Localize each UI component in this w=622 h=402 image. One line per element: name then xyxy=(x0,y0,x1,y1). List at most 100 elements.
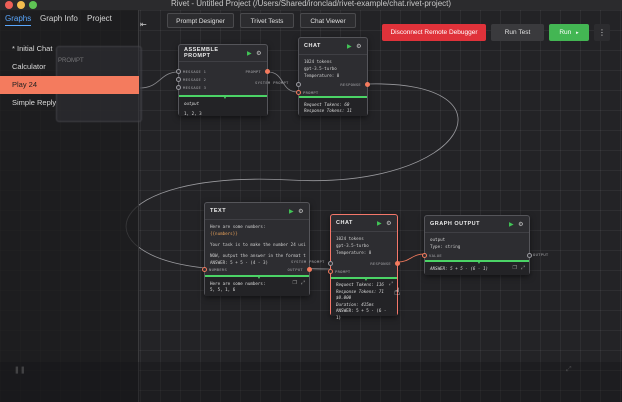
node-graph-output[interactable]: GRAPH OUTPUT ▶ ⚙ output Type: string VAL… xyxy=(422,215,532,275)
output-line: ANSWER: 5 + 5 - (6 - 1) xyxy=(336,308,387,320)
chevron-down-icon: ▼ xyxy=(223,95,227,100)
port-label: VALUE xyxy=(429,253,442,258)
expand-icon[interactable]: ⤢ xyxy=(521,265,525,271)
run-button[interactable]: Run ▸ xyxy=(549,24,589,41)
output-line: 1, 2, 3 xyxy=(184,111,202,117)
play-icon[interactable]: ▶ xyxy=(509,221,514,228)
node-title: GRAPH OUTPUT xyxy=(430,221,480,227)
node-body: output Type: string xyxy=(425,233,529,255)
play-icon[interactable]: ▶ xyxy=(247,50,252,57)
port-label: PROMPT xyxy=(335,269,351,274)
collapse-sidebar-icon[interactable]: ⇤ xyxy=(140,20,147,29)
play-icon: ▸ xyxy=(576,30,579,36)
chevron-down-icon: ▼ xyxy=(364,277,368,282)
disconnect-debugger-button[interactable]: Disconnect Remote Debugger xyxy=(382,24,486,41)
body-line: NOW, output the answer in the format t xyxy=(210,252,306,258)
body-line: 1024 tokens xyxy=(304,59,332,64)
node-header: CHAT ▶ ⚙ xyxy=(331,215,397,232)
pause-icon: ❚❚ xyxy=(14,367,26,374)
port-response-out[interactable] xyxy=(395,261,400,266)
sidebar: PROMPT Graphs Graph Info Project * Initi… xyxy=(0,10,142,402)
output-line: Response Tokens: 11 xyxy=(304,108,352,114)
bottom-overlay xyxy=(0,362,622,402)
chevron-down-icon: ▼ xyxy=(477,260,481,265)
port-system-prompt[interactable] xyxy=(328,261,333,266)
graph-item-calculator[interactable]: Calculator xyxy=(0,58,139,76)
window-title: Rivet - Untitled Project (/Users/Shared/… xyxy=(170,0,452,8)
body-line: Temperature: 0 xyxy=(304,72,340,78)
port-prompt-in[interactable] xyxy=(328,269,333,274)
port-label: SYSTEM PROMPT xyxy=(291,259,325,264)
title-bar: Rivet - Untitled Project (/Users/Shared/… xyxy=(0,0,622,10)
port-output[interactable] xyxy=(307,267,312,272)
body-line: Here are some numbers: xyxy=(210,224,266,229)
trivet-tests-button[interactable]: Trivet Tests xyxy=(240,13,294,28)
node-output: ▼ Here are some numbers: 5, 5, 1, 6 ❐ ⤢ xyxy=(205,275,309,296)
body-line: output xyxy=(430,237,446,242)
body-line: ANSWER: 5 + 5 - (4 - 3) xyxy=(210,259,268,265)
graph-item-initial-chat[interactable]: * Initial Chat xyxy=(0,40,139,58)
gear-icon[interactable]: ⚙ xyxy=(518,221,524,228)
play-icon[interactable]: ▶ xyxy=(377,220,382,227)
body-line: Temperature: 0 xyxy=(336,249,372,255)
port-label: RESPONSE xyxy=(340,82,361,87)
node-output: ▼ output 1, 2, 3 xyxy=(179,95,267,116)
node-title: CHAT xyxy=(336,220,353,226)
graph-item-play-24[interactable]: Play 24 xyxy=(0,76,139,94)
gear-icon[interactable]: ⚙ xyxy=(256,50,262,57)
port-message-3[interactable] xyxy=(176,85,181,90)
body-line: gpt-3.5-turbo xyxy=(336,242,369,248)
tab-graphs[interactable]: Graphs xyxy=(5,14,32,26)
prompt-designer-button[interactable]: Prompt Designer xyxy=(167,13,234,28)
port-message-1[interactable] xyxy=(176,69,181,74)
chevron-down-icon: ▼ xyxy=(257,275,261,280)
fullscreen-icon: ⤢ xyxy=(566,366,572,373)
tab-project[interactable]: Project xyxy=(87,14,112,23)
port-system-prompt[interactable] xyxy=(296,82,301,87)
gear-icon[interactable]: ⚙ xyxy=(386,220,392,227)
node-text[interactable]: TEXT ▶ ⚙ Here are some numbers: {{number… xyxy=(202,202,312,296)
tab-graph-info[interactable]: Graph Info xyxy=(40,14,78,23)
node-header: ASSEMBLE PROMPT ▶ ⚙ xyxy=(179,45,267,62)
more-menu-button[interactable]: ⋮ xyxy=(594,24,610,41)
gear-icon[interactable]: ⚙ xyxy=(356,43,362,50)
expand-icon[interactable]: ⤢ xyxy=(301,280,305,286)
port-prompt-in[interactable] xyxy=(296,90,301,95)
node-chat-top[interactable]: CHAT ▶ ⚙ 1024 tokens gpt-3.5-turbo Tempe… xyxy=(296,37,370,116)
gear-icon[interactable]: ⚙ xyxy=(298,208,304,215)
port-label: RESPONSE xyxy=(370,261,391,266)
chat-viewer-button[interactable]: Chat Viewer xyxy=(300,13,356,28)
body-line: gpt-3.5-turbo xyxy=(304,65,337,71)
port-label: NUMBERS xyxy=(209,267,228,272)
node-title: CHAT xyxy=(304,43,321,49)
port-prompt-out[interactable] xyxy=(265,69,270,74)
node-output: Request Tokens: 60 Response Tokens: 11 xyxy=(299,96,367,116)
port-numbers-in[interactable] xyxy=(202,267,207,272)
node-title: TEXT xyxy=(210,208,227,214)
play-icon[interactable]: ▶ xyxy=(347,43,352,50)
play-icon[interactable]: ▶ xyxy=(289,208,294,215)
body-line: Your task is to make the number 24 usi xyxy=(210,241,306,247)
sidebar-tabs: Graphs Graph Info Project xyxy=(0,14,139,28)
node-output: ▼ Request Tokens: 116 Response Tokens: 7… xyxy=(331,277,397,320)
copy-icon[interactable]: ❐ xyxy=(513,265,517,271)
body-line: Type: string xyxy=(430,243,461,249)
port-message-2[interactable] xyxy=(176,77,181,82)
port-label: OUTPUT xyxy=(533,252,549,257)
port-label: MESSAGE 2 xyxy=(183,77,207,82)
graph-item-simple-reply[interactable]: Simple Reply xyxy=(0,94,139,112)
port-value-in[interactable] xyxy=(422,253,427,258)
run-label: Run xyxy=(559,29,572,36)
port-label: PROMPT xyxy=(245,69,261,74)
port-output[interactable] xyxy=(527,253,532,258)
port-label: OUTPUT xyxy=(287,267,303,272)
mouse-cursor-icon: ☝ xyxy=(394,287,401,298)
run-test-button[interactable]: Run Test xyxy=(491,24,544,41)
node-chat-main[interactable]: CHAT ▶ ⚙ 1024 tokens gpt-3.5-turbo Tempe… xyxy=(328,214,400,320)
graph-list: * Initial Chat Calculator Play 24 Simple… xyxy=(0,40,139,112)
expand-icon[interactable]: ⤢ xyxy=(389,281,393,287)
copy-icon[interactable]: ❐ xyxy=(293,280,297,286)
port-response-out[interactable] xyxy=(365,82,370,87)
node-header: TEXT ▶ ⚙ xyxy=(205,203,309,220)
port-label: PROMPT xyxy=(303,90,319,95)
